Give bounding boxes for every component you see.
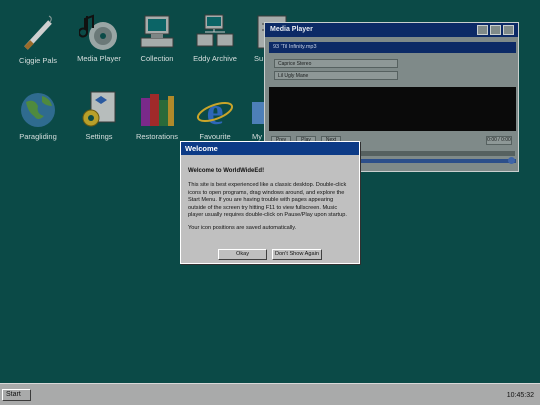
desktop-icon-collection[interactable]: Collection (126, 12, 188, 63)
dialog-heading: Welcome to WorldWideEd! (188, 168, 265, 174)
books-icon (141, 94, 174, 126)
desktop-icon-label: Favourite (199, 132, 231, 141)
okay-button[interactable]: Okay (218, 249, 267, 260)
settings-document-icon (82, 91, 116, 127)
maximize-button[interactable] (490, 25, 501, 35)
desktop: Ciggie Pals Media Player Collection Eddy… (0, 0, 540, 383)
dialog-paragraph: This site is best experienced like a cla… (188, 182, 347, 219)
desktop-icon-label: Collection (140, 54, 174, 63)
now-playing-track: 93 'Til Infinity.mp3 (269, 42, 516, 53)
desktop-icon-label: Media Player (77, 54, 121, 63)
dont-show-again-button[interactable]: Don't Show Again (272, 249, 322, 260)
svg-text:e: e (207, 91, 224, 130)
desktop-icon-favourite[interactable]: e Favourite (184, 90, 246, 141)
network-computers-icon (196, 14, 234, 47)
music-cd-icon (79, 14, 117, 50)
welcome-dialog[interactable]: Welcome Welcome to WorldWideEd! This sit… (180, 141, 360, 264)
playlist-item[interactable]: Caprice Stereo (274, 59, 398, 68)
desktop-icon-label: Settings (85, 132, 113, 141)
desktop-icon-eddy-archive[interactable]: Eddy Archive (184, 12, 246, 63)
dialog-title: Welcome (185, 144, 218, 153)
cigarette-icon (24, 15, 52, 50)
volume-knob[interactable] (508, 157, 516, 164)
desktop-icon-ciggie-pals[interactable]: Ciggie Pals (7, 14, 69, 65)
minimize-button[interactable] (477, 25, 488, 35)
taskbar-clock: 10:45:32 (506, 392, 534, 399)
desktop-icon-restorations[interactable]: Restorations (126, 90, 188, 141)
desktop-icon-settings[interactable]: Settings (68, 90, 130, 141)
start-button[interactable]: Start (2, 389, 31, 401)
desktop-icon-label: Paragliding (19, 132, 57, 141)
dialog-title-bar[interactable]: Welcome (181, 142, 359, 155)
video-display (269, 87, 516, 131)
dialog-paragraph: Your icon positions are saved automatica… (188, 225, 297, 232)
seek-bar[interactable] (345, 151, 515, 156)
window-title: Media Player (270, 26, 313, 33)
desktop-icon-label: Ciggie Pals (19, 56, 57, 65)
time-readout: 0:00 / 0:00 (486, 136, 512, 145)
media-player-title-bar[interactable]: Media Player (265, 23, 518, 37)
desktop-icon-paragliding[interactable]: Paragliding (7, 90, 69, 141)
volume-slider[interactable] (357, 157, 516, 164)
desktop-icon-label: Restorations (135, 132, 179, 141)
desktop-icon-label: Eddy Archive (193, 54, 237, 63)
close-button[interactable] (503, 25, 514, 35)
internet-explorer-icon: e (196, 91, 234, 130)
taskbar: Start 10:45:32 (0, 383, 540, 405)
computer-icon (140, 15, 174, 48)
globe-icon (21, 93, 55, 127)
playlist-item[interactable]: Lil Ugly Mane (274, 71, 398, 80)
desktop-icon-media-player[interactable]: Media Player (68, 12, 130, 63)
